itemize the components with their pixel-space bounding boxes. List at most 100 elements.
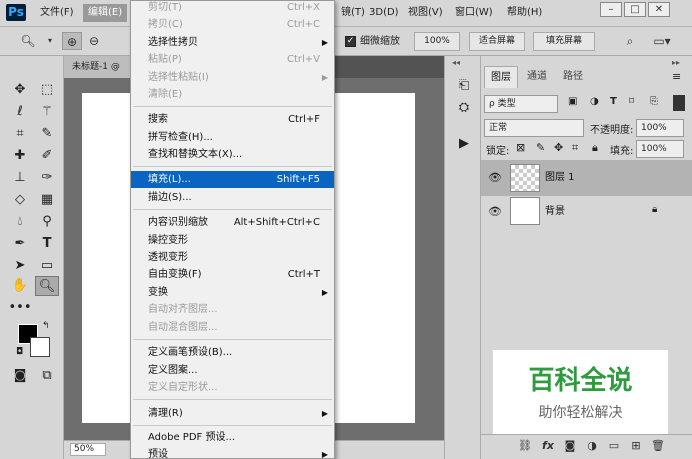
eyedropper-icon[interactable]: ✎ bbox=[35, 124, 59, 144]
new-group-icon[interactable]: ▭ bbox=[604, 437, 624, 455]
lock-position-icon[interactable]: ✥ bbox=[554, 141, 563, 154]
filter-shape-icon[interactable]: ⌑ bbox=[629, 96, 634, 107]
search-icon[interactable]: ⌕ bbox=[620, 32, 640, 50]
fx-icon[interactable]: fx bbox=[538, 437, 558, 455]
menu-item-perspective-warp[interactable]: 透视变形 bbox=[131, 249, 334, 266]
menu-item-spell-check[interactable]: 拼写检查(H)... bbox=[131, 129, 334, 146]
layer-filter-select[interactable]: ρ 类型 bbox=[484, 95, 558, 113]
background-color-swatch[interactable] bbox=[30, 337, 50, 357]
menu-help[interactable]: 帮助(H) bbox=[502, 4, 547, 22]
swap-colors-icon[interactable]: ↰ bbox=[42, 321, 50, 331]
eraser-tool-icon[interactable]: ◇ bbox=[8, 190, 32, 210]
filter-toggle-icon[interactable] bbox=[673, 95, 685, 111]
document-tab[interactable]: 未标题-1 @ bbox=[64, 56, 134, 78]
delete-layer-icon[interactable]: 🗑︎ bbox=[648, 437, 668, 455]
actions-play-icon[interactable]: ▶ bbox=[452, 134, 476, 154]
menu-item-define-brush[interactable]: 定义画笔预设(B)... bbox=[131, 344, 334, 361]
panel-menu-icon[interactable]: ≡ bbox=[672, 70, 681, 83]
menu-item-puppet-warp[interactable]: 操控变形 bbox=[131, 232, 334, 249]
lasso-tool-icon[interactable]: ℓ bbox=[8, 102, 32, 122]
menu-item-cut[interactable]: 剪切(T) Ctrl+X bbox=[131, 0, 334, 16]
zoom-tool-icon[interactable]: 🔍︎ bbox=[18, 32, 38, 50]
clone-stamp-icon[interactable]: ⊥ bbox=[8, 168, 32, 188]
tab-channels[interactable]: 通道 bbox=[520, 66, 554, 88]
default-colors-icon[interactable]: ◘ bbox=[16, 347, 23, 357]
magic-wand-icon[interactable]: ⚚ bbox=[35, 102, 59, 122]
restore-button[interactable]: □ bbox=[624, 2, 646, 17]
filter-adjust-icon[interactable]: ◑ bbox=[590, 96, 599, 107]
brush-tool-icon[interactable]: ✐ bbox=[35, 146, 59, 166]
menu-item-presets[interactable]: 预设 ▶ bbox=[131, 446, 334, 459]
zoom-in-icon[interactable]: ⊕ bbox=[62, 32, 82, 50]
menu-item-copy[interactable]: 拷贝(C) Ctrl+C bbox=[131, 16, 334, 33]
menu-item-auto-blend[interactable]: 自动混合图层... bbox=[131, 319, 334, 336]
collapse-icon[interactable]: ◂◂ bbox=[452, 58, 460, 67]
tab-paths[interactable]: 路径 bbox=[556, 66, 590, 88]
add-mask-icon[interactable]: ◙ bbox=[560, 437, 580, 455]
tab-layers[interactable]: 图层 bbox=[484, 66, 518, 88]
quick-mask-icon[interactable]: ◙ bbox=[8, 366, 32, 386]
screen-mode-icon[interactable]: ⧉ bbox=[35, 366, 59, 386]
filter-type-icon[interactable]: T bbox=[610, 96, 617, 107]
history-panel-icon[interactable]: ⎗ bbox=[452, 76, 476, 96]
zoom-level-field[interactable]: 50% bbox=[70, 443, 106, 456]
menu-item-pdf-presets[interactable]: Adobe PDF 预设... bbox=[131, 429, 334, 446]
history-brush-icon[interactable]: ✑ bbox=[35, 168, 59, 188]
menu-item-free-transform[interactable]: 自由变换(F) Ctrl+T bbox=[131, 266, 334, 283]
zoom-tool-icon[interactable]: 🔍︎ bbox=[35, 276, 59, 296]
lock-pixels-icon[interactable]: ✎ bbox=[536, 141, 545, 154]
menu-file[interactable]: 文件(F) bbox=[35, 4, 79, 22]
fill-field[interactable]: 100% bbox=[636, 140, 684, 158]
menu-edit[interactable]: 编辑(E) bbox=[83, 4, 128, 22]
menu-item-purge[interactable]: 清理(R) ▶ bbox=[131, 405, 334, 422]
zoom-100-button[interactable]: 100% bbox=[414, 32, 460, 51]
workspace-icon[interactable]: ▭▾ bbox=[650, 32, 674, 50]
fill-screen-button[interactable]: 填充屏幕 bbox=[533, 32, 595, 51]
menu-view[interactable]: 视图(V) bbox=[403, 4, 448, 22]
filter-pixel-icon[interactable]: ▣ bbox=[568, 96, 577, 107]
adjustment-layer-icon[interactable]: ◑ bbox=[582, 437, 602, 455]
pen-tool-icon[interactable]: ✒ bbox=[8, 234, 32, 254]
menu-item-paste[interactable]: 粘贴(P) Ctrl+V bbox=[131, 51, 334, 68]
collapse-panel-icon[interactable]: ▸▸ bbox=[672, 58, 680, 67]
chevron-down-icon[interactable]: ▾ bbox=[40, 32, 60, 50]
new-layer-icon[interactable]: ⊞ bbox=[626, 437, 646, 455]
dodge-tool-icon[interactable]: ⚲ bbox=[35, 212, 59, 232]
type-tool-icon[interactable]: T bbox=[35, 234, 59, 254]
lock-transparent-icon[interactable]: ⊠ bbox=[516, 141, 525, 154]
menu-item-stroke[interactable]: 描边(S)... bbox=[131, 189, 334, 206]
lock-artboard-icon[interactable]: ⌗ bbox=[572, 141, 578, 155]
visibility-eye-icon[interactable]: 👁︎ bbox=[488, 171, 502, 185]
menu-window[interactable]: 窗口(W) bbox=[450, 4, 498, 22]
hand-tool-icon[interactable]: ✋ bbox=[8, 276, 32, 296]
menu-item-fill[interactable]: 填充(L)... Shift+F5 bbox=[131, 171, 334, 188]
blur-tool-icon[interactable]: 💧︎ bbox=[8, 212, 32, 232]
visibility-eye-icon[interactable]: 👁︎ bbox=[488, 205, 502, 219]
marquee-tool-icon[interactable]: ⬚ bbox=[35, 80, 59, 100]
properties-panel-icon[interactable]: ⛭ bbox=[452, 98, 476, 118]
scrubby-zoom-checkbox[interactable]: ✓ bbox=[345, 36, 356, 47]
zoom-out-icon[interactable]: ⊖ bbox=[84, 32, 104, 50]
menu-item-paste-special[interactable]: 选择性粘贴(I) ▶ bbox=[131, 69, 334, 86]
close-button[interactable]: ✕ bbox=[648, 2, 670, 17]
menu-item-find-replace[interactable]: 查找和替换文本(X)... bbox=[131, 146, 334, 163]
opacity-field[interactable]: 100% bbox=[636, 119, 684, 137]
lock-all-icon[interactable]: 🔒︎ bbox=[592, 141, 598, 155]
minimize-button[interactable]: – bbox=[600, 2, 622, 17]
healing-brush-icon[interactable]: ✚ bbox=[8, 146, 32, 166]
blend-mode-select[interactable]: 正常 bbox=[484, 119, 584, 137]
path-selection-icon[interactable]: ➤ bbox=[8, 256, 32, 276]
menu-item-copy-special[interactable]: 选择性拷贝 ▶ bbox=[131, 34, 334, 51]
rectangle-tool-icon[interactable]: ▭ bbox=[35, 256, 59, 276]
link-layers-icon[interactable]: ⛓ bbox=[515, 437, 535, 455]
menu-item-clear[interactable]: 清除(E) bbox=[131, 86, 334, 103]
menu-item-auto-align[interactable]: 自动对齐图层... bbox=[131, 301, 334, 318]
filter-smart-icon[interactable]: ⎘ bbox=[650, 96, 658, 107]
crop-tool-icon[interactable]: ⌗ bbox=[8, 124, 32, 144]
menu-item-define-shape[interactable]: 定义自定形状... bbox=[131, 379, 334, 396]
menu-item-content-aware-scale[interactable]: 内容识别缩放 Alt+Shift+Ctrl+C bbox=[131, 214, 334, 231]
menu-item-search[interactable]: 搜索 Ctrl+F bbox=[131, 111, 334, 128]
move-tool-icon[interactable]: ✥ bbox=[8, 80, 32, 100]
menu-item-transform[interactable]: 变换 ▶ bbox=[131, 284, 334, 301]
menu-3d[interactable]: 3D(D) bbox=[364, 4, 404, 22]
